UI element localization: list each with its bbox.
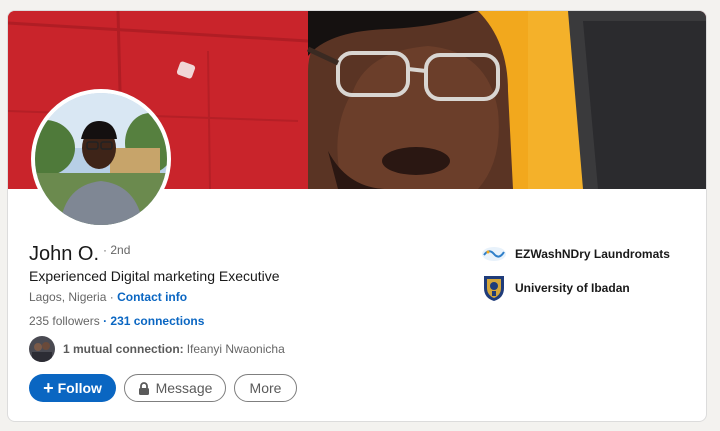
profile-name: John O. — [29, 243, 100, 265]
experience-item-ezwash[interactable]: EZWashNDry Laundromats — [481, 241, 670, 267]
connections-link[interactable]: · 231 connections — [103, 314, 204, 328]
contact-info-link[interactable]: Contact info — [117, 290, 187, 304]
connection-degree: · 2nd — [103, 243, 131, 257]
lock-icon — [138, 381, 150, 395]
more-button[interactable]: More — [234, 374, 297, 402]
more-label: More — [249, 380, 282, 396]
mutual-name: Ifeanyi Nwaonicha — [186, 342, 285, 356]
profile-actions: + Follow Message More — [29, 374, 297, 402]
follow-label: Follow — [57, 380, 102, 396]
follow-button[interactable]: + Follow — [29, 374, 116, 402]
mutual-connections[interactable]: 1 mutual connection: Ifeanyi Nwaonicha — [29, 336, 285, 362]
location-row: Lagos, Nigeria · Contact info — [29, 290, 187, 304]
profile-location: Lagos, Nigeria — [29, 290, 107, 304]
mutual-connection-avatar — [29, 336, 55, 362]
mutual-label: 1 mutual connection: — [63, 342, 184, 356]
network-stats: 235 followers · 231 connections — [29, 314, 204, 328]
message-button[interactable]: Message — [124, 374, 226, 402]
followers-count: 235 followers — [29, 314, 100, 328]
ezwash-logo-icon — [481, 241, 507, 267]
separator-dot: · — [109, 290, 114, 304]
profile-photo[interactable] — [31, 89, 171, 229]
education-item-ibadan[interactable]: University of Ibadan — [481, 275, 630, 301]
name-row: John O. · 2nd — [29, 243, 130, 266]
profile-headline: Experienced Digital marketing Executive — [29, 268, 280, 284]
ibadan-name: University of Ibadan — [515, 281, 630, 295]
ezwash-name: EZWashNDry Laundromats — [515, 247, 670, 261]
profile-card: John O. · 2nd Experienced Digital market… — [7, 10, 707, 422]
plus-icon: + — [43, 378, 54, 398]
university-crest-icon — [481, 275, 507, 301]
message-label: Message — [155, 380, 213, 396]
